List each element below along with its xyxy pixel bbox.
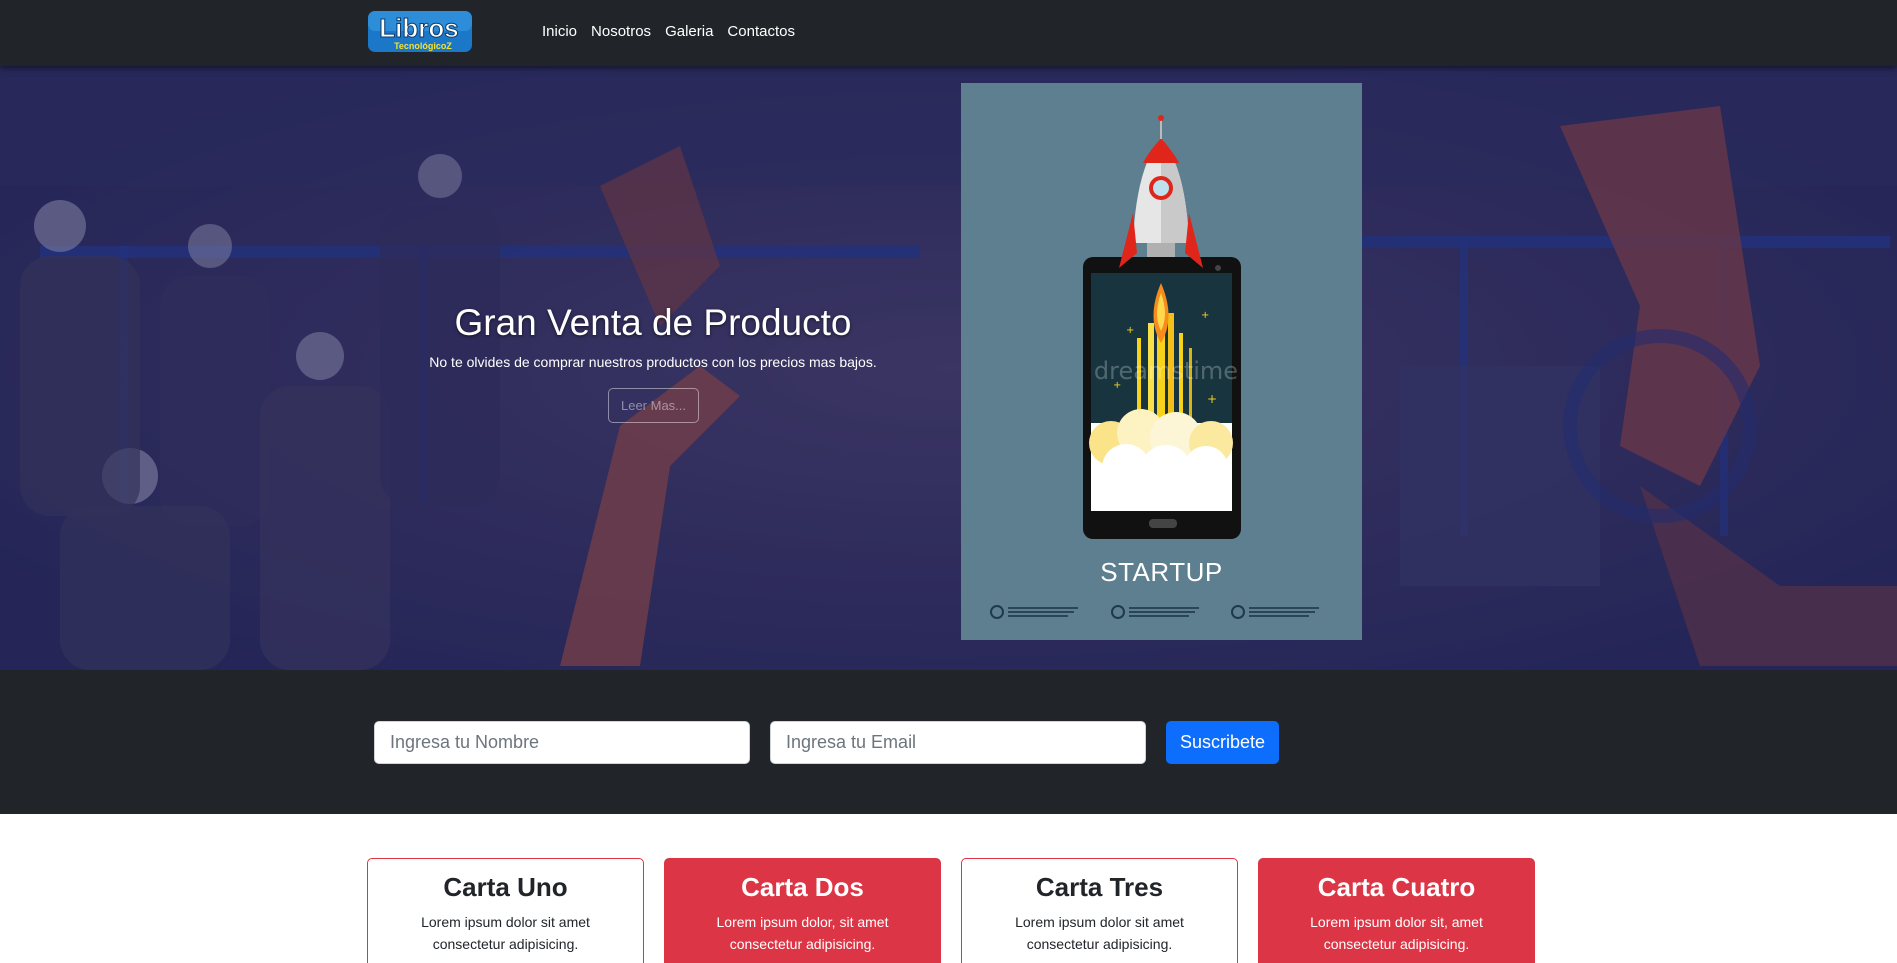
- logo-title: Libros: [379, 13, 458, 43]
- card-title: Carta Tres: [1035, 872, 1164, 902]
- card-title: Carta Dos: [741, 872, 864, 902]
- info-icon: [990, 605, 1004, 619]
- mail-icon: [1231, 605, 1245, 619]
- hero-overlay: [0, 66, 1897, 670]
- nav-item-inicio[interactable]: Inicio: [542, 23, 577, 40]
- hero-section: Gran Venta de Producto No te olvides de …: [0, 66, 1897, 670]
- svg-text:+: +: [1126, 325, 1134, 336]
- nav-item-galeria[interactable]: Galeria: [665, 23, 713, 40]
- poster-feature-1: [990, 605, 1078, 619]
- card-tres[interactable]: Carta Tres Lorem ipsum dolor sit amet co…: [961, 858, 1238, 963]
- card-text: Lorem ipsum dolor sit amet consectetur a…: [1015, 914, 1184, 952]
- card-title: Carta Uno: [443, 872, 568, 902]
- card-text: Lorem ipsum dolor, sit amet consectetur …: [716, 914, 889, 952]
- card-text: Lorem ipsum dolor sit, amet consectetur …: [1310, 914, 1483, 952]
- card-title: Carta Cuatro: [1317, 872, 1476, 902]
- navbar: Libros TecnológicoZ Inicio Nosotros Gale…: [0, 0, 1897, 66]
- subscribe-section: Suscribete: [0, 670, 1897, 814]
- svg-text:+: +: [1201, 310, 1209, 321]
- logo-subtitle: TecnológicoZ: [394, 41, 452, 51]
- startup-poster-image[interactable]: + + + + dreamstime STARTUP: [961, 83, 1362, 640]
- card-dos[interactable]: Carta Dos Lorem ipsum dolor, sit amet co…: [664, 858, 941, 963]
- svg-text:+: +: [1207, 392, 1217, 406]
- poster-feature-3: [1231, 605, 1319, 619]
- subscribe-button[interactable]: Suscribete: [1166, 721, 1279, 764]
- read-more-button[interactable]: Leer Mas...: [608, 388, 699, 423]
- poster-watermark: dreamstime: [1094, 357, 1238, 385]
- card-cuatro[interactable]: Carta Cuatro Lorem ipsum dolor sit, amet…: [1258, 858, 1535, 963]
- name-input[interactable]: [374, 721, 750, 764]
- email-input[interactable]: [770, 721, 1146, 764]
- card-uno[interactable]: Carta Uno Lorem ipsum dolor sit amet con…: [367, 858, 644, 963]
- card-text: Lorem ipsum dolor sit amet consectetur a…: [421, 914, 590, 952]
- nav-item-nosotros[interactable]: Nosotros: [591, 23, 651, 40]
- poster-title: STARTUP: [1100, 557, 1223, 587]
- hero-title: Gran Venta de Producto: [454, 302, 852, 343]
- main-nav: Inicio Nosotros Galeria Contactos: [542, 0, 795, 62]
- hero-text: No te olvides de comprar nuestros produc…: [429, 354, 877, 370]
- brand-logo[interactable]: Libros TecnológicoZ: [367, 10, 475, 54]
- nav-item-contactos[interactable]: Contactos: [727, 23, 795, 40]
- poster-feature-2: [1111, 605, 1199, 619]
- dollar-icon: [1111, 605, 1125, 619]
